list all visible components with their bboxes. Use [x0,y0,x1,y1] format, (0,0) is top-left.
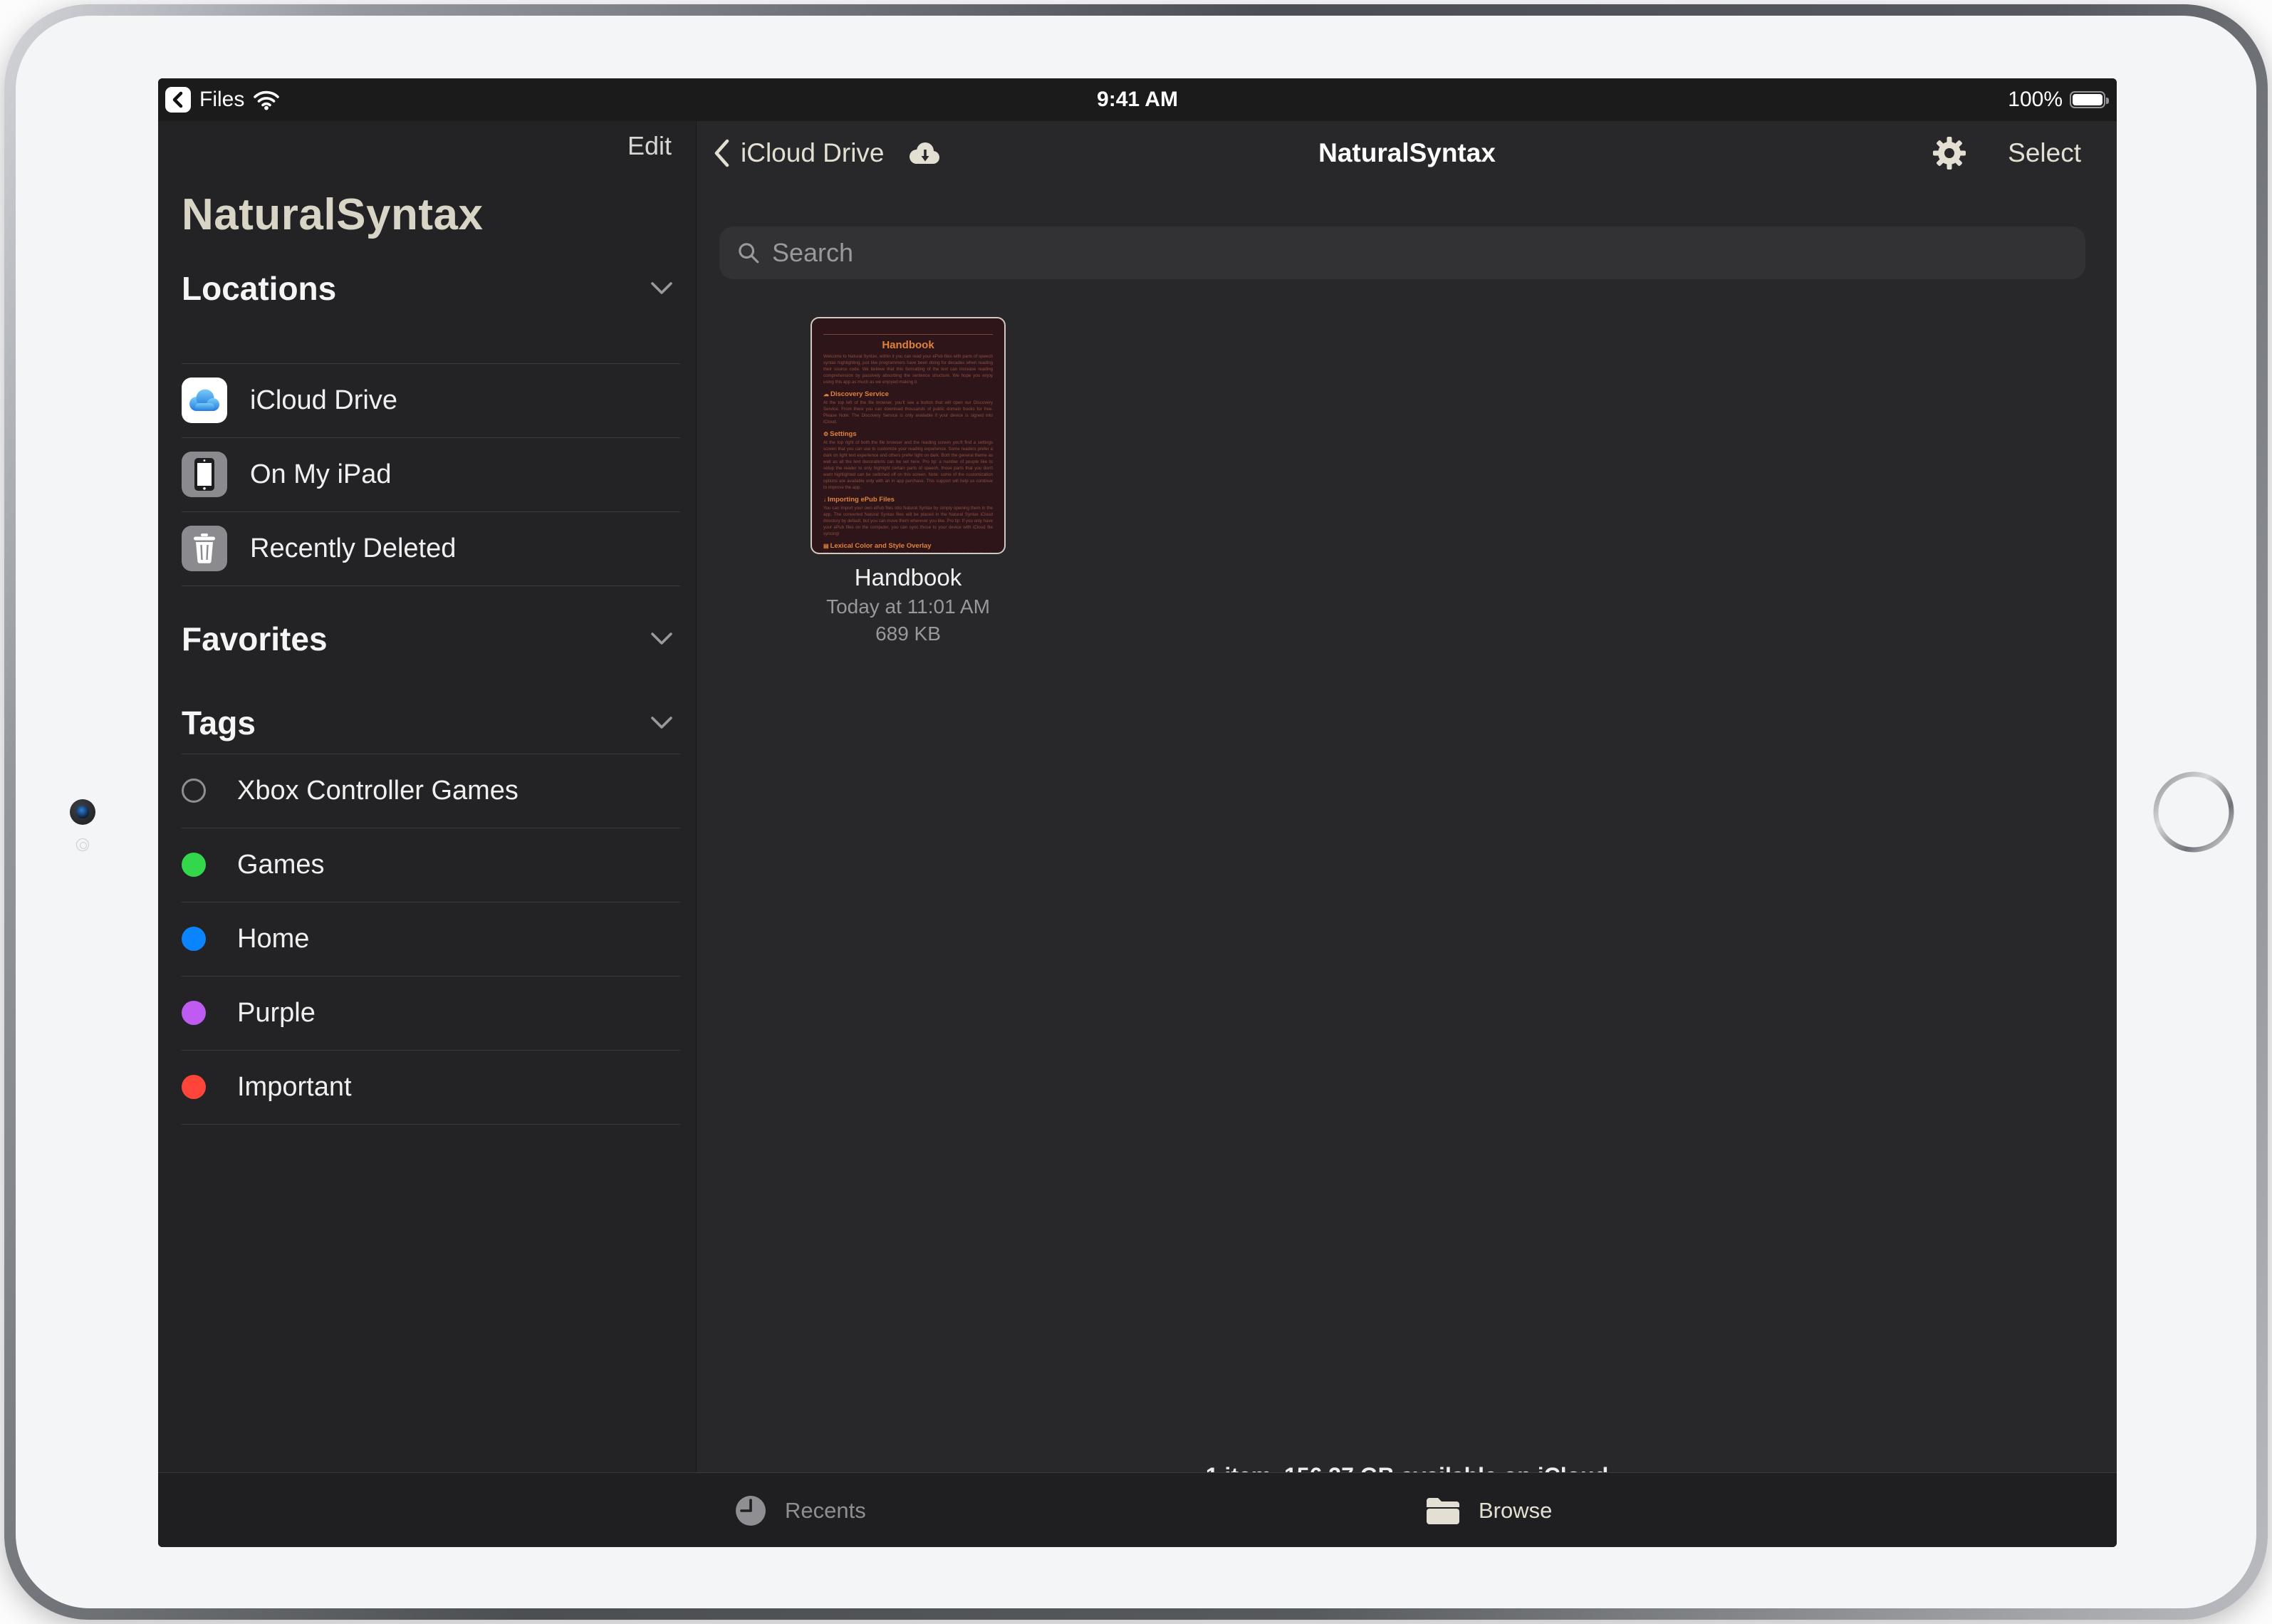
battery-icon [2070,91,2105,108]
chevron-down-icon[interactable] [650,632,673,646]
doc-paragraph: While you're reading your book, you can … [823,552,993,554]
doc-paragraph: At the top left of the file browser, you… [823,400,993,426]
search-icon [736,241,761,265]
doc-section-icon: ⚙ [823,431,828,437]
tab-label: Recents [785,1498,866,1524]
gear-icon[interactable] [1932,136,1966,170]
tag-item-xbox-controller-games[interactable]: Xbox Controller Games [182,754,673,828]
status-bar: Files 9:41 AM 100% [158,78,2117,121]
tab-bar: Recents Browse [158,1472,2117,1547]
tag-item-home[interactable]: Home [182,902,673,976]
tab-browse[interactable]: Browse [1424,1473,1552,1547]
tag-circle-icon [182,779,206,803]
ipad-bezel: Files 9:41 AM 100% Edit NaturalS [16,16,2256,1608]
sidebar-app-title: NaturalSyntax [182,189,483,240]
tag-label: Xbox Controller Games [237,776,519,806]
ambient-light-sensor-icon [76,838,89,851]
doc-paragraph: Welcome to Natural Syntax, within it you… [823,354,993,386]
tag-item-important[interactable]: Important [182,1050,673,1124]
sidebar-item-label: Recently Deleted [250,533,456,564]
doc-heading: ⚙Settings [823,430,993,438]
sidebar-item-label: On My iPad [250,459,392,490]
home-button[interactable] [2149,768,2238,856]
files-app-screen: Files 9:41 AM 100% Edit NaturalS [158,78,2117,1547]
sidebar-item-recently-deleted[interactable]: Recently Deleted [182,511,673,585]
section-header-tags[interactable]: Tags [182,704,673,742]
file-name: Handbook [811,564,1006,591]
tag-circle-icon [182,853,206,877]
section-header-favorites[interactable]: Favorites [182,620,673,658]
search-input[interactable] [772,238,2054,268]
doc-section-icon: ▤ [823,543,829,549]
status-time: 9:41 AM [158,78,2117,121]
tag-label: Purple [237,998,316,1029]
section-title: Tags [182,704,256,742]
search-bar[interactable] [719,227,2085,279]
tag-label: Games [237,850,324,880]
ipad-frame: Files 9:41 AM 100% Edit NaturalS [4,4,2268,1620]
sidebar-item-icloud-drive[interactable]: iCloud Drive [182,363,673,437]
file-modified-date: Today at 11:01 AM [811,595,1006,618]
tab-label: Browse [1479,1498,1552,1524]
select-button[interactable]: Select [2008,138,2081,168]
page-title: NaturalSyntax [697,121,2117,185]
doc-section-icon: ↓ [823,496,826,503]
main-pane: iCloud Drive NaturalSyntax [697,121,2117,1472]
file-size: 689 KB [811,623,1006,645]
tag-circle-icon [182,1001,206,1025]
section-header-locations[interactable]: Locations [182,269,673,308]
battery-percent: 100% [2008,88,2063,112]
doc-heading: ☁Discovery Service [823,390,993,398]
doc-title: Handbook [823,339,993,351]
trash-icon [182,526,227,571]
section-title: Favorites [182,620,328,658]
tag-circle-icon [182,1075,206,1099]
doc-paragraph: At the top right of both the file browse… [823,440,993,491]
navigation-bar: iCloud Drive NaturalSyntax [697,121,2117,185]
tag-label: Important [237,1072,352,1103]
chevron-down-icon[interactable] [650,281,673,296]
sidebar: Edit NaturalSyntax Locations [158,121,697,1472]
section-title: Locations [182,269,336,308]
tag-item-purple[interactable]: Purple [182,976,673,1050]
file-thumbnail[interactable]: Handbook Welcome to Natural Syntax, with… [811,317,1006,554]
chevron-down-icon[interactable] [650,716,673,730]
doc-section-icon: ☁ [823,391,829,397]
edit-button[interactable]: Edit [627,131,672,161]
tag-label: Home [237,924,309,954]
doc-heading: ▤Lexical Color and Style Overlay [823,542,993,550]
ipad-icon [182,452,227,497]
tag-circle-icon [182,927,206,951]
file-item-handbook[interactable]: Handbook Welcome to Natural Syntax, with… [811,317,1006,645]
icloud-drive-icon [182,378,227,423]
doc-heading: ↓Importing ePub Files [823,496,993,504]
folder-icon [1424,1495,1461,1526]
front-camera-icon [70,799,95,825]
tag-item-games[interactable]: Games [182,828,673,902]
sidebar-item-label: iCloud Drive [250,385,397,416]
tab-recents[interactable]: Recents [734,1473,866,1547]
doc-paragraph: You can import your own ePub files into … [823,506,993,538]
clock-icon [734,1494,768,1528]
sidebar-item-on-my-ipad[interactable]: On My iPad [182,437,673,511]
